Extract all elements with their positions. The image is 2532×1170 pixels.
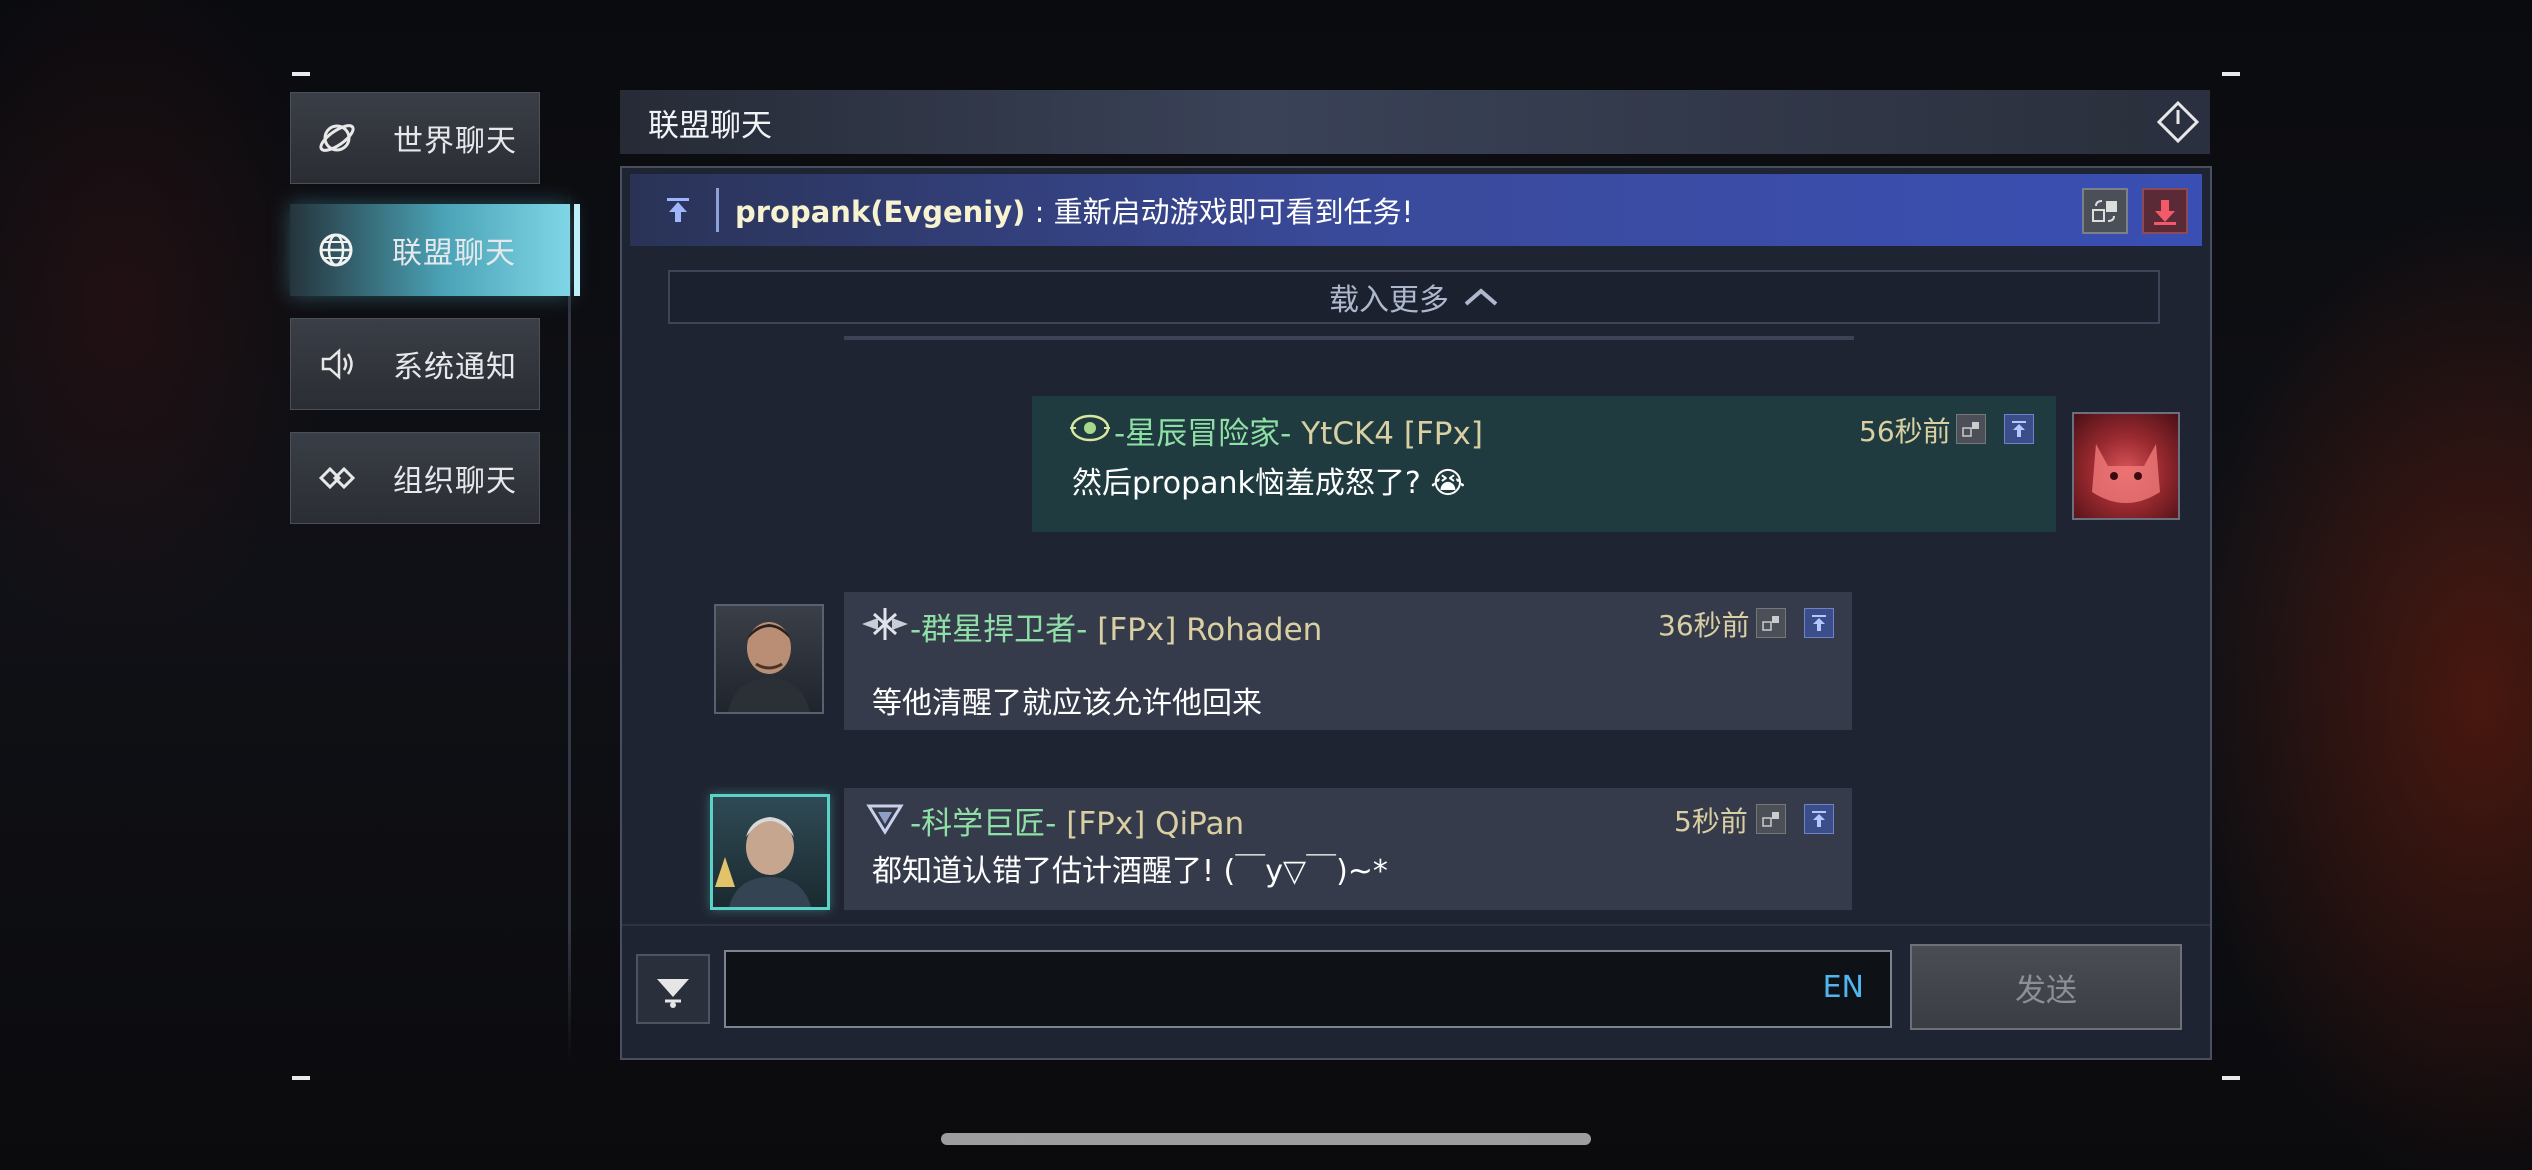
sender-title: -科学巨匠- xyxy=(910,806,1057,842)
sidebar-item-label: 世界聊天 xyxy=(393,124,517,159)
pin-button[interactable] xyxy=(2004,414,2034,444)
pinned-text: propank(Evgeniy) : 重新启动游戏即可看到任务! xyxy=(735,189,1413,231)
message-time: 56秒前 xyxy=(1859,415,1951,448)
sidebar-item-label: 系统通知 xyxy=(393,350,517,385)
translate-button[interactable] xyxy=(1756,804,1786,834)
planet-icon xyxy=(317,118,357,158)
speaker-icon xyxy=(317,344,357,384)
emoji-arrow-icon xyxy=(657,979,689,1008)
emoji-button[interactable] xyxy=(636,954,710,1024)
sender-title: -群星捍卫者- xyxy=(910,612,1088,648)
message-input[interactable] xyxy=(726,952,1890,1026)
sidebar-item-system-notice[interactable]: 系统通知 xyxy=(290,318,540,410)
pinned-divider xyxy=(716,188,719,232)
load-more-button[interactable]: 载入更多 xyxy=(668,270,2160,324)
translate-button[interactable] xyxy=(1956,414,1986,444)
sidebar-item-label: 组织聊天 xyxy=(393,464,517,499)
eye-badge-icon xyxy=(1070,414,1110,442)
message-text: 都知道认错了估计酒醒了! (￣y▽￣)~* xyxy=(872,854,1388,889)
pin-up-icon[interactable] xyxy=(662,194,694,226)
corner-mark xyxy=(2222,1076,2240,1080)
pinned-message[interactable]: propank(Evgeniy) : 重新启动游戏即可看到任务! xyxy=(630,174,2202,246)
download-button[interactable] xyxy=(2142,188,2188,234)
pin-button[interactable] xyxy=(1804,804,1834,834)
cat-avatar[interactable] xyxy=(2072,412,2180,520)
translate-button[interactable] xyxy=(2082,188,2128,234)
pin-button[interactable] xyxy=(1804,608,1834,638)
message-time: 5秒前 xyxy=(1674,805,1748,838)
message-text: 然后propank恼羞成怒了? 😭 xyxy=(1072,466,1466,501)
chevron-up-icon xyxy=(1464,288,1498,306)
elder-avatar[interactable] xyxy=(710,794,830,910)
chat-header: 联盟聊天 xyxy=(620,90,2210,154)
scroll-indicator[interactable] xyxy=(844,336,1854,340)
sidebar-item-alliance-chat[interactable]: 联盟聊天 xyxy=(290,204,580,296)
pinned-body: 重新启动游戏即可看到任务! xyxy=(1053,195,1414,229)
message-sender[interactable]: -科学巨匠- [FPx] QiPan xyxy=(910,798,1244,843)
send-button[interactable]: 发送 xyxy=(1910,944,2182,1030)
home-indicator[interactable] xyxy=(941,1133,1591,1145)
message-sender[interactable]: -星辰冒险家- YtCK4 [FPx] xyxy=(1114,408,1483,453)
pinned-author: propank(Evgeniy) xyxy=(735,195,1026,229)
exit-button[interactable] xyxy=(2146,90,2210,154)
message-text: 等他清醒了就应该允许他回来 xyxy=(872,686,1262,721)
translate-icon xyxy=(1962,422,1979,437)
sender-name: YtCK4 [FPx] xyxy=(1301,416,1483,452)
link-diamond-icon xyxy=(317,458,357,498)
chat-message[interactable]: -科学巨匠- [FPx] QiPan 5秒前 都知道认错了估计酒醒了! (￣y▽… xyxy=(844,788,1852,910)
sender-name: [FPx] Rohaden xyxy=(1097,612,1323,648)
exit-diamond-icon xyxy=(2156,100,2200,144)
translate-button[interactable] xyxy=(1756,608,1786,638)
sidebar-item-label: 联盟聊天 xyxy=(392,236,516,271)
corner-mark xyxy=(2222,72,2240,76)
translate-icon xyxy=(2092,200,2117,222)
sidebar-item-org-chat[interactable]: 组织聊天 xyxy=(290,432,540,524)
download-icon xyxy=(2154,200,2176,225)
pin-up-icon xyxy=(2012,421,2026,437)
chat-panel: propank(Evgeniy) : 重新启动游戏即可看到任务! 载入更多 -星… xyxy=(620,166,2212,1060)
message-time: 36秒前 xyxy=(1658,609,1750,642)
input-language-toggle[interactable]: EN xyxy=(1823,970,1864,1005)
corner-mark xyxy=(292,1076,310,1080)
corner-mark xyxy=(292,72,310,76)
sidebar-divider xyxy=(568,190,571,1060)
page-title: 联盟聊天 xyxy=(648,107,772,144)
composer-divider xyxy=(622,924,2210,926)
pin-up-icon xyxy=(1812,811,1826,827)
sender-name: [FPx] QiPan xyxy=(1066,806,1245,842)
globe-icon xyxy=(316,230,356,270)
pinned-separator: : xyxy=(1025,195,1054,229)
sender-title: -星辰冒险家- xyxy=(1114,416,1292,452)
message-sender[interactable]: -群星捍卫者- [FPx] Rohaden xyxy=(910,604,1322,649)
translate-icon xyxy=(1762,812,1779,827)
man-avatar[interactable] xyxy=(714,604,824,714)
pin-up-icon xyxy=(1812,615,1826,631)
load-more-label: 载入更多 xyxy=(1329,283,1449,318)
sidebar-item-world-chat[interactable]: 世界聊天 xyxy=(290,92,540,184)
wings-badge-icon xyxy=(862,608,908,640)
chat-message[interactable]: -星辰冒险家- YtCK4 [FPx] 56秒前 然后propank恼羞成怒了?… xyxy=(1032,396,2056,532)
translate-icon xyxy=(1762,616,1779,631)
chat-message[interactable]: -群星捍卫者- [FPx] Rohaden 36秒前 等他清醒了就应该允许他回来 xyxy=(844,592,1852,730)
message-input-box[interactable]: EN xyxy=(724,950,1892,1028)
triangle-badge-icon xyxy=(866,804,904,835)
